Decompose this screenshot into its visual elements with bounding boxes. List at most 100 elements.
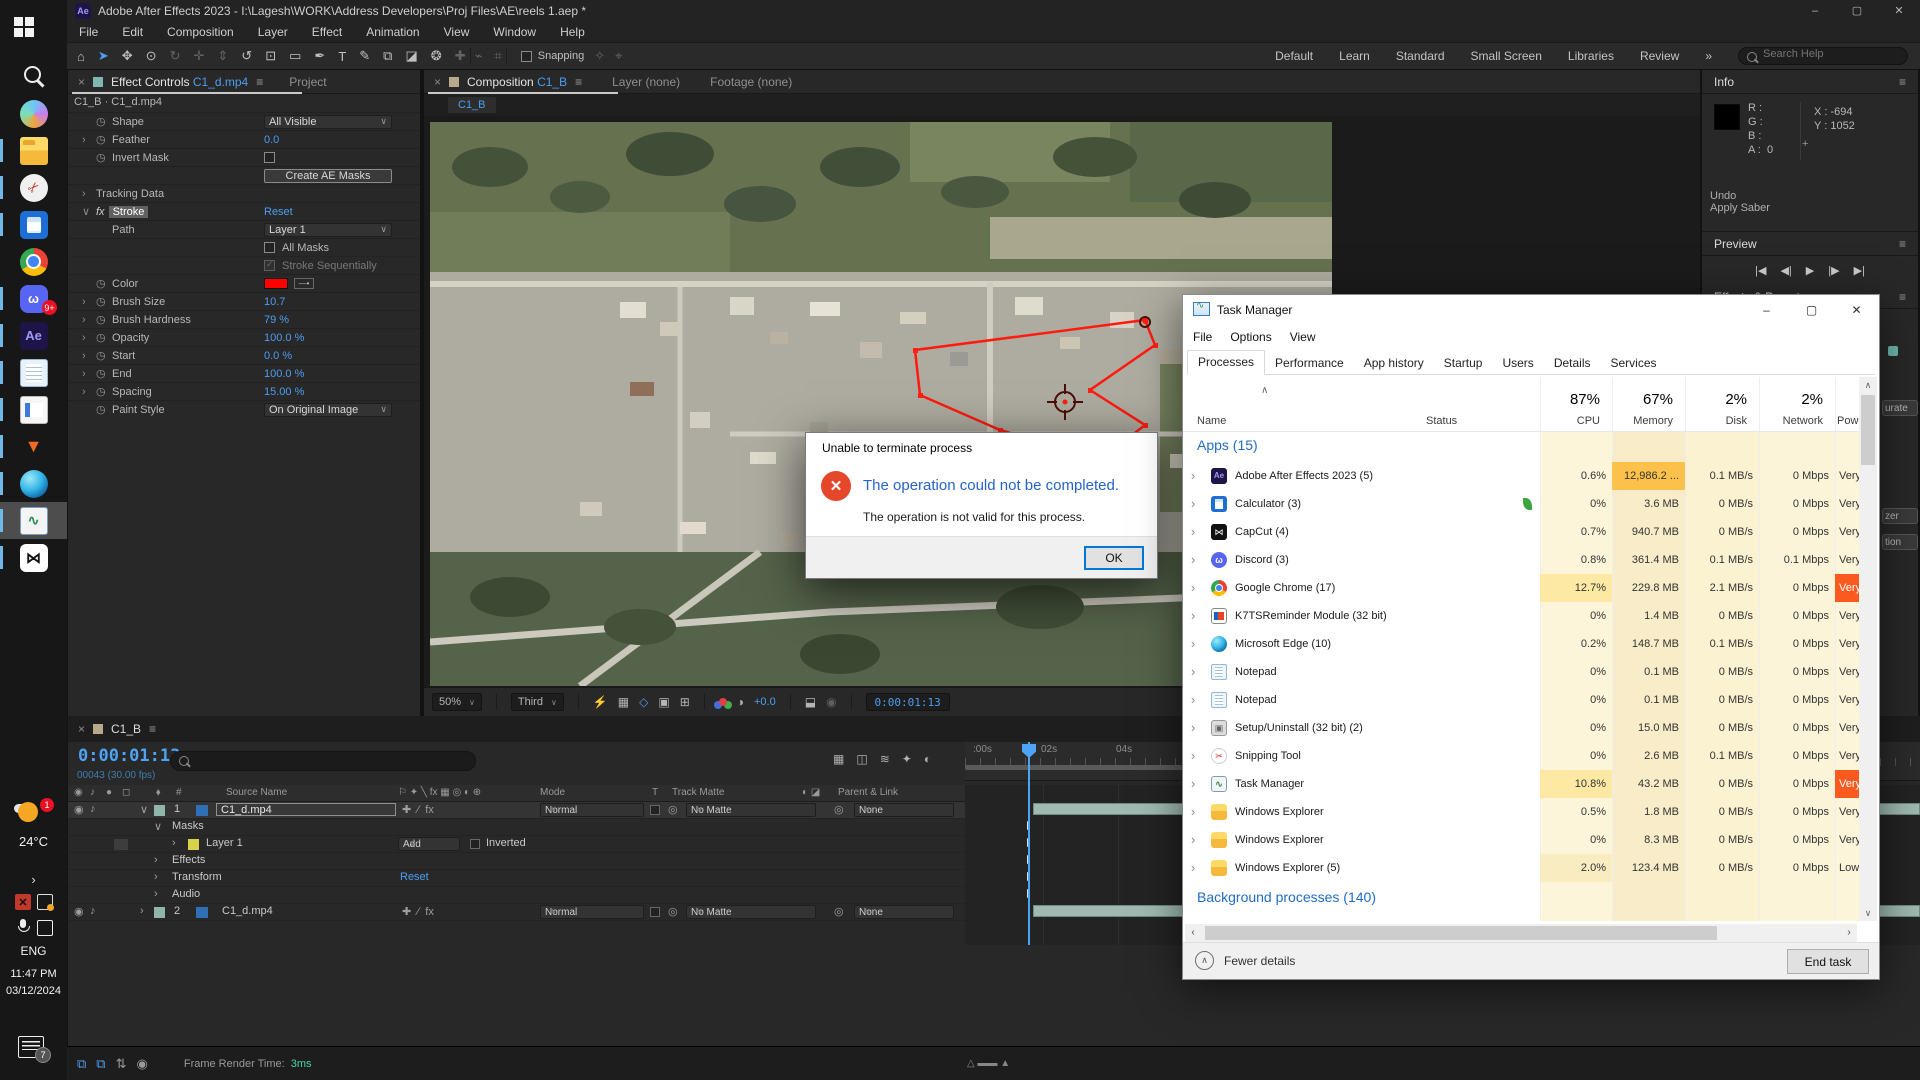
- effect-row-color[interactable]: ◷ Color —•: [68, 274, 420, 292]
- first-frame-icon[interactable]: |◀: [1755, 264, 1766, 277]
- effect-row-paint-style[interactable]: ◷ Paint Style On Original Image∨: [68, 400, 420, 418]
- footage-tab[interactable]: Footage (none): [710, 75, 792, 89]
- t-checkbox[interactable]: [650, 907, 660, 920]
- task-row[interactable]: › Snipping Tool 0% 2.6 MB 0.1 MB/s 0 Mbp…: [1185, 742, 1861, 770]
- mask-visibility-icon[interactable]: ◇: [639, 695, 648, 709]
- stroke-reset-link[interactable]: Reset: [264, 206, 293, 218]
- stopwatch-icon[interactable]: ◷: [96, 313, 108, 326]
- twirl-icon[interactable]: ∨: [140, 803, 148, 816]
- tm-menu-item[interactable]: File: [1193, 330, 1212, 344]
- panel-menu-icon[interactable]: ≡: [1899, 290, 1906, 304]
- menu-item[interactable]: View: [444, 25, 470, 39]
- expand-chevron-icon[interactable]: ›: [1191, 602, 1195, 630]
- mask-mode-dropdown[interactable]: Add∨: [398, 837, 460, 851]
- paint-style-dropdown[interactable]: On Original Image∨: [264, 403, 392, 417]
- twirl-icon[interactable]: ›: [82, 386, 92, 398]
- workspace-tab[interactable]: Standard: [1396, 49, 1445, 63]
- eye-icon[interactable]: ◉: [74, 803, 84, 816]
- twirl-icon[interactable]: ›: [154, 888, 158, 900]
- snap-beyond-icon[interactable]: ⌖: [615, 48, 622, 64]
- stopwatch-icon[interactable]: ◷: [96, 385, 108, 398]
- last-frame-icon[interactable]: ▶|: [1854, 264, 1865, 277]
- expand-chevron-icon[interactable]: ›: [1191, 546, 1195, 574]
- tm-tab[interactable]: Performance: [1265, 352, 1354, 375]
- twirl-icon[interactable]: ∨: [154, 820, 162, 833]
- pan-camera-tool[interactable]: ✛: [193, 48, 204, 64]
- fast-preview-icon[interactable]: ⚡: [593, 695, 608, 709]
- effect-row-path[interactable]: Path Layer 1∨: [68, 220, 420, 238]
- video-visibility-icon[interactable]: ◉: [74, 787, 83, 798]
- expand-chevron-icon[interactable]: ›: [1191, 630, 1195, 658]
- scroll-left-arrow[interactable]: ‹: [1185, 924, 1201, 942]
- tm-menu-item[interactable]: View: [1290, 330, 1316, 344]
- task-row[interactable]: › Discord (3) 0.8% 361.4 MB 0.1 MB/s 0.1…: [1185, 546, 1861, 574]
- viewer-tab-c1b[interactable]: C1_B: [448, 97, 496, 113]
- next-frame-icon[interactable]: |▶: [1828, 264, 1839, 277]
- expand-chevron-icon[interactable]: ›: [1191, 854, 1195, 882]
- twirl-icon[interactable]: ›: [82, 134, 92, 146]
- expand-chevron-icon[interactable]: ›: [1191, 714, 1195, 742]
- mask-visibility-chip[interactable]: [114, 839, 128, 853]
- layer-switches[interactable]: ✚ ∕ fx: [402, 905, 434, 918]
- rectangle-tool[interactable]: ▭: [289, 48, 301, 64]
- info-panel-header[interactable]: Info≡: [1702, 70, 1918, 94]
- close-panel-icon[interactable]: ×: [78, 75, 85, 89]
- twirl-icon[interactable]: ›: [154, 871, 158, 883]
- lock-icon[interactable]: ◻: [122, 787, 130, 798]
- twirl-icon[interactable]: ›: [82, 350, 92, 362]
- track-matte-dropdown[interactable]: No Matte∨: [686, 905, 816, 919]
- pickwhip-icon[interactable]: ◎: [668, 803, 678, 816]
- selection-tool[interactable]: ➤: [98, 48, 109, 64]
- tm-titlebar[interactable]: Task Manager – ▢ ✕: [1183, 295, 1879, 326]
- layer-color-chip[interactable]: [154, 907, 165, 921]
- layer-switches[interactable]: ✚ ∕ fx: [402, 803, 434, 816]
- end-value[interactable]: 100.0 %: [264, 368, 304, 380]
- solo-icon[interactable]: ●: [106, 787, 112, 798]
- expand-chevron-icon[interactable]: ›: [1191, 798, 1195, 826]
- cpu-total[interactable]: 87%: [1540, 391, 1600, 408]
- timeline-tab[interactable]: C1_B: [111, 722, 141, 736]
- task-row[interactable]: › Windows Explorer 0% 8.3 MB 0 MB/s 0 Mb…: [1185, 826, 1861, 854]
- task-row[interactable]: › Setup/Uninstall (32 bit) (2) 0% 15.0 M…: [1185, 714, 1861, 742]
- memory-column-header[interactable]: Memory: [1612, 415, 1673, 427]
- snapping-checkbox[interactable]: [521, 51, 532, 62]
- effect-row-start[interactable]: › ◷ Start 0.0 %: [68, 346, 420, 364]
- multi-frame-rendering-icon[interactable]: ⧉: [77, 1056, 86, 1072]
- show-snapshot-icon[interactable]: ◉: [826, 695, 836, 709]
- task-row[interactable]: › K7TSReminder Module (32 bit) 0% 1.4 MB…: [1185, 602, 1861, 630]
- pickwhip-icon[interactable]: ◎: [834, 803, 844, 816]
- scroll-right-arrow[interactable]: ›: [1841, 924, 1857, 942]
- task-row[interactable]: › CapCut (4) 0.7% 940.7 MB 0 MB/s 0 Mbps…: [1185, 518, 1861, 546]
- end-task-button[interactable]: End task: [1787, 949, 1869, 974]
- type-tool[interactable]: T: [338, 49, 346, 64]
- track-matte-dropdown[interactable]: No Matte∨: [686, 803, 816, 817]
- close-button[interactable]: ✕: [1834, 295, 1879, 326]
- pickwhip-icon[interactable]: ◎: [668, 905, 678, 918]
- v7-app[interactable]: [0, 428, 67, 465]
- effect-row-shape[interactable]: ◷ Shape All Visible∨: [68, 112, 420, 130]
- task-manager[interactable]: [0, 502, 67, 539]
- tm-tab[interactable]: Processes: [1187, 350, 1265, 375]
- scroll-thumb[interactable]: [1205, 926, 1717, 940]
- panel-menu-icon[interactable]: ≡: [1899, 237, 1906, 251]
- background-processes-header[interactable]: Background processes (140): [1197, 889, 1376, 905]
- layer-color-chip[interactable]: [154, 805, 165, 816]
- composition-tab[interactable]: Composition C1_B: [467, 75, 567, 89]
- blend-mode-dropdown[interactable]: Normal∨: [540, 905, 644, 919]
- playhead-line[interactable]: [1028, 742, 1030, 945]
- calculator[interactable]: [0, 206, 67, 243]
- snap-features-icon[interactable]: ✧: [594, 48, 605, 64]
- path-dropdown[interactable]: Layer 1∨: [264, 223, 392, 237]
- scroll-thumb[interactable]: [1861, 395, 1875, 465]
- mode-column[interactable]: Mode: [540, 787, 565, 798]
- microsoft-edge[interactable]: [0, 465, 67, 502]
- task-row[interactable]: › Notepad 0% 0.1 MB 0 MB/s 0 Mbps Very: [1185, 686, 1861, 714]
- panel-menu-icon[interactable]: ≡: [575, 75, 582, 89]
- source-name-column[interactable]: Source Name: [226, 787, 287, 798]
- close-panel-icon[interactable]: ×: [78, 722, 85, 736]
- minimize-button[interactable]: –: [1794, 0, 1836, 22]
- network-column-header[interactable]: Network: [1759, 415, 1823, 427]
- mask-color-chip[interactable]: [188, 839, 199, 853]
- invert-mask-checkbox[interactable]: [264, 152, 275, 163]
- menu-item[interactable]: Effect: [312, 25, 342, 39]
